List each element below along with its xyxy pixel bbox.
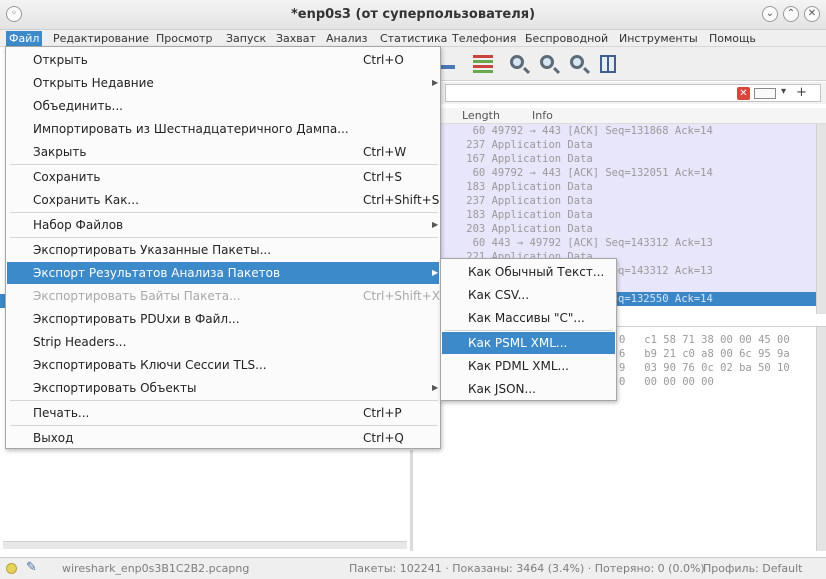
zoom-in-icon[interactable] <box>507 53 529 75</box>
maximize-icon[interactable]: ⌃ <box>783 6 799 22</box>
export-dissections-submenu: Как Обычный Текст... Как CSV... Как Масс… <box>440 258 617 401</box>
menu-edit[interactable]: Редактирование <box>50 31 152 46</box>
menu-item-open-recent[interactable]: Открыть Недавние ▶ <box>7 72 439 94</box>
window-title: *enp0s3 (от суперпользователя) <box>290 7 536 22</box>
menu-item-open[interactable]: Открыть Ctrl+O <box>7 49 439 71</box>
menu-capture[interactable]: Захват <box>273 31 319 46</box>
menu-item-export-tls-keys[interactable]: Экспортировать Ключи Сессии TLS... <box>7 354 439 376</box>
menu-help[interactable]: Помощь <box>706 31 759 46</box>
submenu-arrow-icon: ▶ <box>432 78 439 87</box>
menu-separator <box>10 212 438 213</box>
menu-separator <box>10 400 438 401</box>
menu-item-quit[interactable]: Выход Ctrl+Q <box>7 427 439 449</box>
menu-item-save[interactable]: Сохранить Ctrl+S <box>7 166 439 188</box>
submenu-item-psml-xml[interactable]: Как PSML XML... <box>442 332 615 354</box>
status-bar: ✎ wireshark_enp0s3B1C2B2.pcapng Пакеты: … <box>0 557 826 579</box>
submenu-item-csv[interactable]: Как CSV... <box>442 284 615 306</box>
hex-row: 9 03 90 76 0c 02 ba 50 10 <box>619 362 790 374</box>
file-menu: Открыть Ctrl+O Открыть Недавние ▶ Объедини… <box>5 46 441 449</box>
display-filter-input[interactable]: ✕ ▾ + <box>445 84 821 102</box>
menu-wireless[interactable]: Беспроводной <box>522 31 611 46</box>
packet-row[interactable]: 237 Application Data <box>441 138 826 152</box>
hex-row: 6 b9 21 c0 a8 00 6c 95 9a <box>619 348 790 360</box>
packet-row[interactable]: 203 Application Data <box>441 222 826 236</box>
menu-item-export-dissections[interactable]: Экспорт Результатов Анализа Пакетов ▶ <box>7 262 439 284</box>
menu-go[interactable]: Запуск <box>223 31 269 46</box>
menu-separator <box>10 237 438 238</box>
go-last-icon[interactable] <box>441 53 463 75</box>
submenu-item-plain-text[interactable]: Как Обычный Текст... <box>442 261 615 283</box>
add-filter-button-icon[interactable]: + <box>796 85 807 100</box>
packet-row[interactable]: 167 Application Data <box>441 152 826 166</box>
column-header-length[interactable]: Length <box>462 109 500 122</box>
menu-bar: Файл Редактирование Просмотр Запуск Захв… <box>0 30 826 47</box>
profile-indicator[interactable]: Профиль: Default <box>703 562 802 575</box>
menu-item-print[interactable]: Печать... Ctrl+P <box>7 402 439 424</box>
menu-item-strip-headers[interactable]: Strip Headers... <box>7 331 439 353</box>
filter-bookmark-icon[interactable] <box>754 88 776 99</box>
packet-row[interactable]: 183 Application Data <box>441 208 826 222</box>
minimize-icon[interactable]: ⌄ <box>762 6 778 22</box>
submenu-item-json[interactable]: Как JSON... <box>442 378 615 400</box>
menu-tools[interactable]: Инструменты <box>616 31 701 46</box>
menu-view[interactable]: Просмотр <box>153 31 215 46</box>
capture-file-name: wireshark_enp0s3B1C2B2.pcapng <box>62 562 250 575</box>
menu-telephony[interactable]: Телефония <box>449 31 519 46</box>
clear-filter-icon[interactable]: ✕ <box>737 87 750 100</box>
packet-list-header: Length Info <box>441 108 826 124</box>
zoom-normal-icon[interactable] <box>567 53 589 75</box>
submenu-arrow-icon: ▶ <box>432 383 439 392</box>
menu-item-merge[interactable]: Объединить... <box>7 95 439 117</box>
menu-analyze[interactable]: Анализ <box>323 31 371 46</box>
menu-item-file-set[interactable]: Набор Файлов ▶ <box>7 214 439 236</box>
menu-item-export-objects[interactable]: Экспортировать Объекты ▶ <box>7 377 439 399</box>
menu-separator <box>445 330 613 331</box>
submenu-arrow-icon: ▶ <box>432 268 439 277</box>
menu-statistics[interactable]: Статистика <box>377 31 450 46</box>
title-bar: ◦ *enp0s3 (от суперпользователя) ⌄ ⌃ ✕ <box>0 0 826 30</box>
submenu-item-c-arrays[interactable]: Как Массивы "C"... <box>442 307 615 329</box>
submenu-item-pdml-xml[interactable]: Как PDML XML... <box>442 355 615 377</box>
hex-row: 0 c1 58 71 38 00 00 45 00 <box>619 334 790 346</box>
menu-item-save-as[interactable]: Сохранить Как... Ctrl+Shift+S <box>7 189 439 211</box>
menu-item-export-pdus[interactable]: Экспортировать PDUxи в Файл... <box>7 308 439 330</box>
menu-separator <box>10 164 438 165</box>
hex-row: 0 00 00 00 00 <box>619 376 714 388</box>
expert-info-icon[interactable] <box>6 563 17 574</box>
menu-item-import-hex[interactable]: Импортировать из Шестнадцатеричного Дамп… <box>7 118 439 140</box>
zoom-out-icon[interactable] <box>537 53 559 75</box>
menu-file[interactable]: Файл <box>6 31 43 46</box>
filter-dropdown-icon[interactable]: ▾ <box>781 86 786 97</box>
close-icon[interactable]: ✕ <box>804 6 820 22</box>
packet-row[interactable]: 237 Application Data <box>441 194 826 208</box>
pane-splitter[interactable] <box>410 450 413 551</box>
packet-row[interactable]: 60 443 → 49792 [ACK] Seq=143312 Ack=13 <box>441 236 826 250</box>
colorize-icon[interactable] <box>471 53 493 75</box>
comment-edit-icon[interactable]: ✎ <box>26 560 37 575</box>
packet-stats: Пакеты: 102241 · Показаны: 3464 (3.4%) ·… <box>349 562 705 575</box>
menu-separator <box>10 425 438 426</box>
packet-details-pane <box>0 450 441 551</box>
column-header-info[interactable]: Info <box>532 109 553 122</box>
menu-item-export-specified[interactable]: Экспортировать Указанные Пакеты... <box>7 239 439 261</box>
display-filter-bar: ✕ ▾ + <box>441 82 826 104</box>
main-toolbar <box>441 47 826 81</box>
packet-bytes-scrollbar[interactable] <box>816 327 826 551</box>
packet-row[interactable]: 183 Application Data <box>441 180 826 194</box>
packet-list-scrollbar[interactable] <box>816 124 826 314</box>
packet-row[interactable]: 60 49792 → 443 [ACK] Seq=131868 Ack=14 <box>441 124 826 138</box>
submenu-arrow-icon: ▶ <box>432 220 439 229</box>
menu-item-close[interactable]: Закрыть Ctrl+W <box>7 141 439 163</box>
packet-row[interactable]: 60 49792 → 443 [ACK] Seq=132051 Ack=14 <box>441 166 826 180</box>
menu-item-export-bytes: Экспортировать Байты Пакета... Ctrl+Shift… <box>33 289 440 303</box>
resize-columns-icon[interactable] <box>598 53 620 75</box>
packet-details-hscrollbar[interactable] <box>3 541 407 549</box>
